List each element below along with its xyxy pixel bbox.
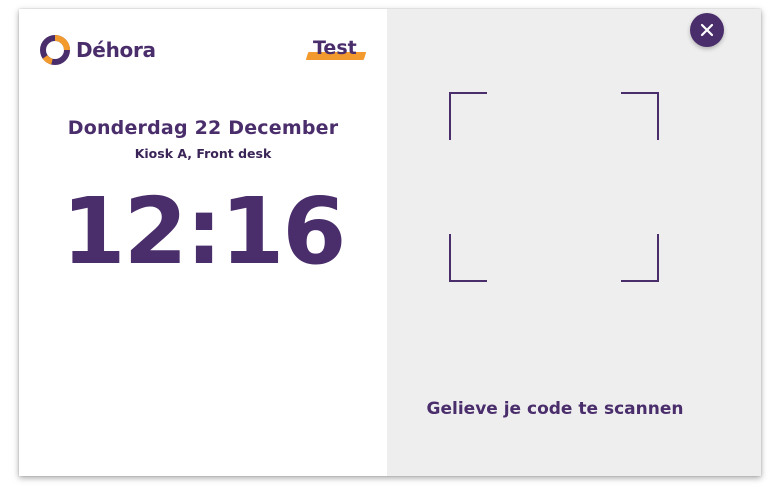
environment-badge: Test [305, 37, 367, 63]
viewfinder-corner-top-right [621, 92, 659, 140]
viewfinder-corner-bottom-right [621, 234, 659, 282]
kiosk-location: Kiosk A, Front desk [134, 146, 272, 161]
scan-viewfinder [449, 92, 659, 282]
current-date: Donderdag 22 December [67, 117, 339, 139]
viewfinder-corner-bottom-left [449, 234, 487, 282]
dehora-logo-icon [40, 35, 70, 65]
brand-name: Déhora [76, 38, 156, 62]
clock-panel: Déhora Test Donderdag 22 December Kiosk … [19, 9, 387, 476]
close-button[interactable] [690, 13, 724, 47]
brand-logo: Déhora [39, 34, 156, 66]
close-icon [700, 23, 714, 37]
viewfinder-corner-top-left [449, 92, 487, 140]
scan-instruction: Gelieve je code te scannen [426, 399, 684, 419]
current-time: 12:16 [61, 178, 347, 285]
environment-badge-label: Test [313, 37, 357, 59]
